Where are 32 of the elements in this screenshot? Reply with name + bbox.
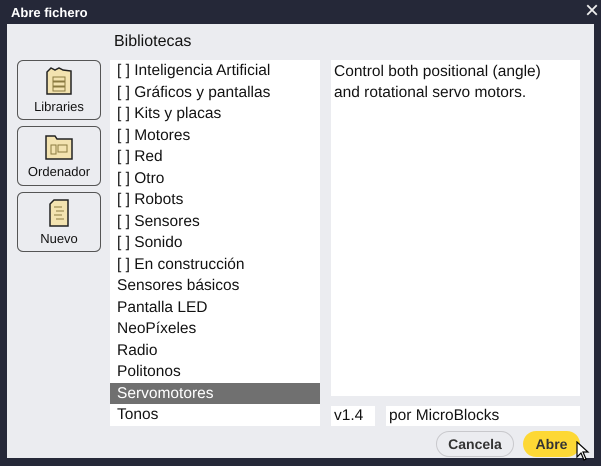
library-item[interactable]: [ ] Red <box>110 146 320 168</box>
library-item[interactable]: Radio <box>110 340 320 361</box>
section-title: Bibliotecas <box>114 33 192 52</box>
library-item[interactable]: NeoPíxeles <box>110 318 320 340</box>
library-item[interactable]: [ ] Sonido <box>110 232 320 254</box>
library-item[interactable]: [ ] Inteligencia Artificial <box>110 60 320 82</box>
library-item[interactable]: Pantalla LED <box>110 296 320 318</box>
library-item[interactable]: [ ] Robots <box>110 189 320 210</box>
library-item[interactable]: [ ] Gráficos y pantallas <box>110 82 320 103</box>
document-icon <box>48 198 70 228</box>
window-title: Abre fichero <box>10 4 88 20</box>
author-field: por MicroBlocks <box>386 406 580 426</box>
library-item[interactable]: Sensores básicos <box>110 275 320 296</box>
source-button[interactable]: Libraries <box>17 60 101 120</box>
source-button[interactable]: Ordenador <box>17 126 101 186</box>
library-item[interactable]: [ ] En construcción <box>110 254 320 275</box>
open-button[interactable]: Abre <box>523 431 580 457</box>
library-item[interactable]: [ ] Motores <box>110 124 320 146</box>
library-item[interactable]: [ ] Otro <box>110 168 320 189</box>
library-item[interactable]: Servomotores <box>110 382 320 404</box>
library-item[interactable]: Politonos <box>110 361 320 382</box>
folder-icon <box>44 133 74 161</box>
library-item[interactable]: [ ] Sensores <box>110 210 320 232</box>
cancel-button[interactable]: Cancela <box>436 431 514 457</box>
folder-icon <box>45 66 73 96</box>
library-item[interactable]: [ ] Kits y placas <box>110 103 320 124</box>
description-text: Control both positional (angle) and rotational servo motors. <box>334 63 541 101</box>
version-field: v1.4 <box>331 406 375 426</box>
close-button[interactable]: × <box>584 1 599 23</box>
library-item[interactable]: Tonos <box>110 404 320 426</box>
cursor-icon <box>576 441 590 461</box>
source-button[interactable]: Nuevo <box>17 192 101 252</box>
